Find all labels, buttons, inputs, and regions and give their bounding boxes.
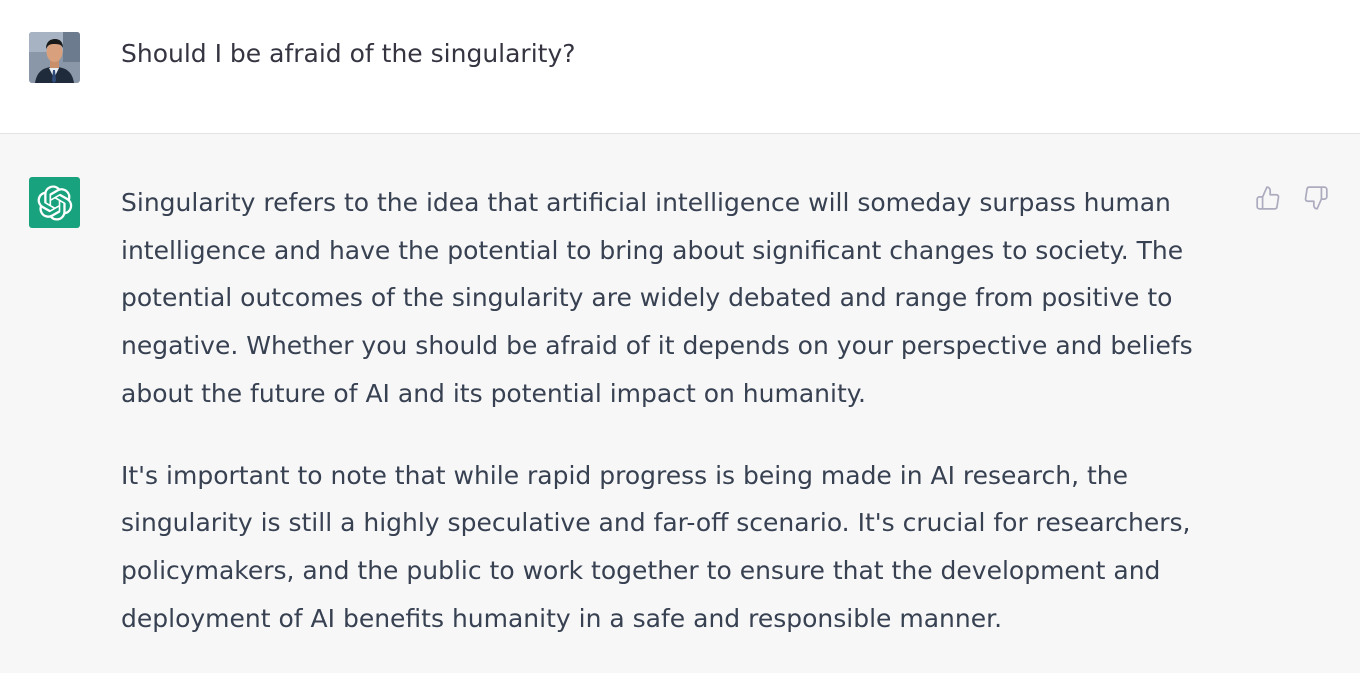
- thumbs-up-icon[interactable]: [1252, 182, 1284, 214]
- assistant-paragraph: Singularity refers to the idea that arti…: [121, 188, 1193, 408]
- thumbs-down-icon[interactable]: [1300, 182, 1332, 214]
- openai-logo-icon: [29, 177, 80, 228]
- user-message-row: Should I be afraid of the singularity?: [0, 0, 1360, 134]
- assistant-paragraph: It's important to note that while rapid …: [121, 460, 1191, 633]
- user-message-text: Should I be afraid of the singularity?: [121, 39, 576, 68]
- assistant-message-text: Singularity refers to the idea that arti…: [121, 179, 1236, 642]
- assistant-message-row: Singularity refers to the idea that arti…: [0, 134, 1360, 673]
- user-avatar: [29, 32, 80, 83]
